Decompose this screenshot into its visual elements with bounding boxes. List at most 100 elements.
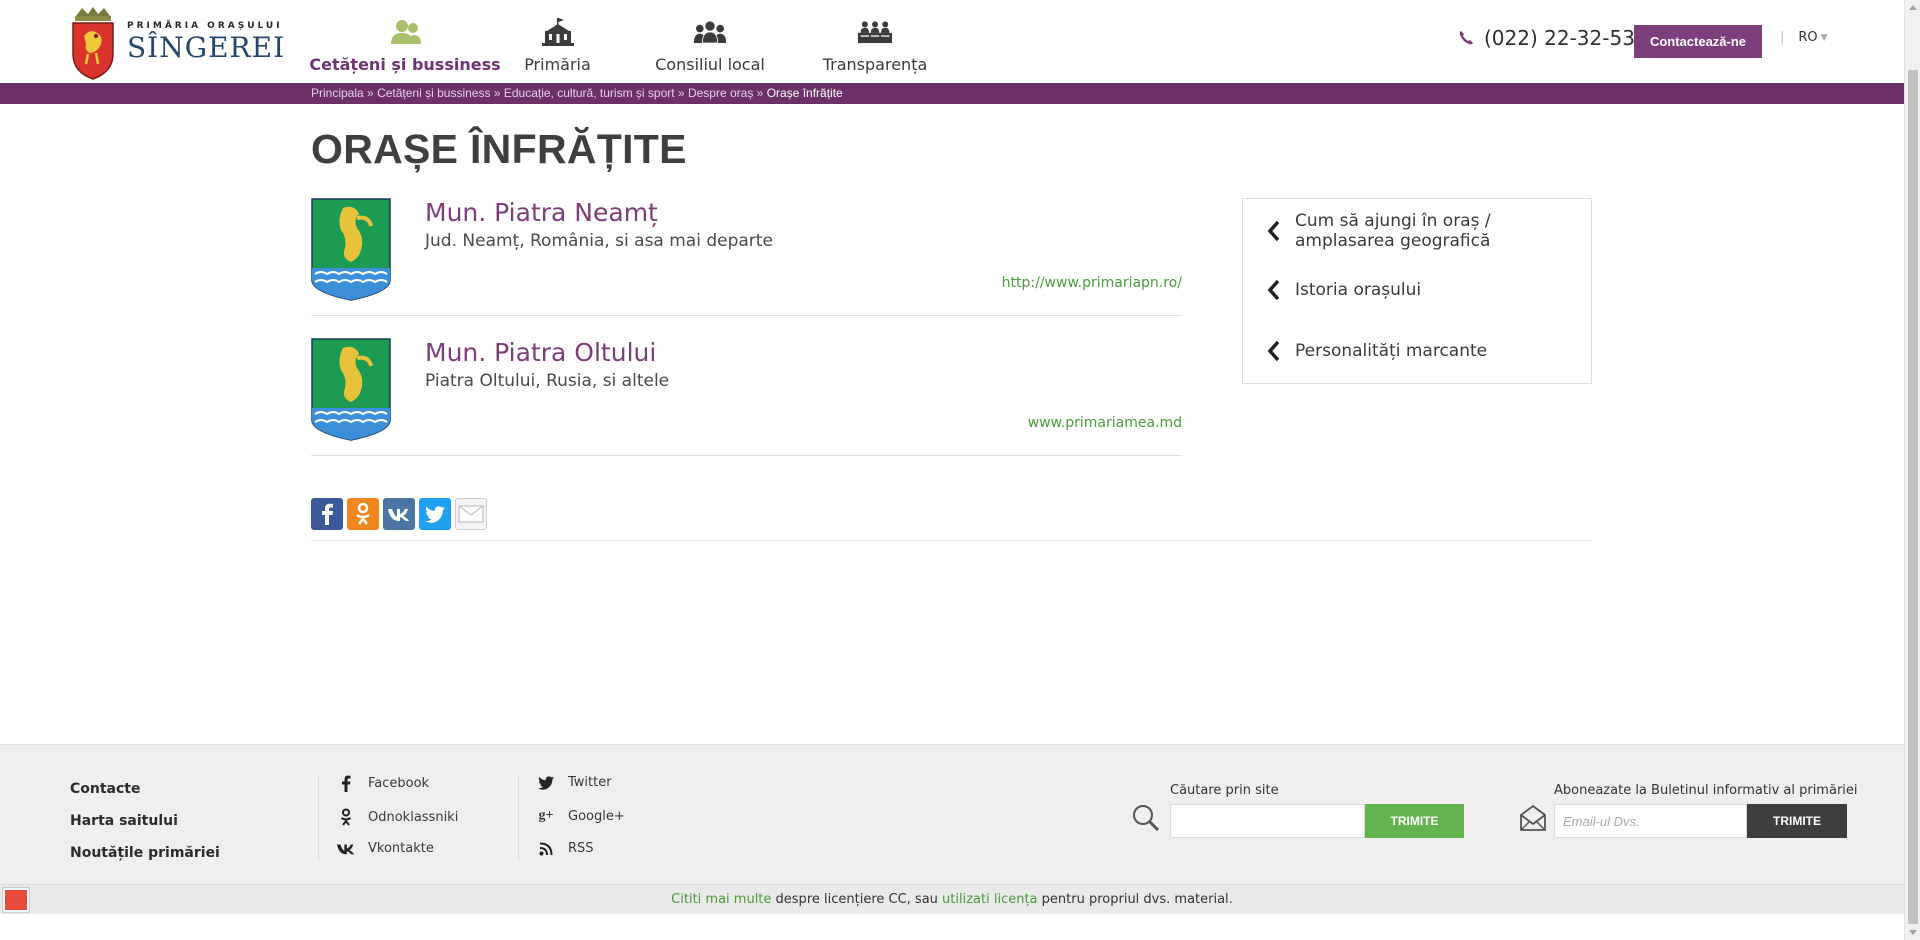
social-label: Twitter	[568, 775, 612, 790]
newsletter-mail-icon	[1520, 804, 1546, 831]
city-website-link[interactable]: http://www.primariapn.ro/	[1002, 275, 1182, 291]
logo-title: SÎNGEREI	[127, 31, 286, 64]
license-text-part: pentru propriul dvs. material.	[1037, 892, 1233, 907]
share-buttons	[311, 498, 487, 530]
breadcrumb-current: Orașe înfrățite	[766, 86, 843, 100]
breadcrumb-home[interactable]: Principala	[311, 86, 364, 100]
scrollbar-thumb[interactable]	[1908, 70, 1918, 924]
chevron-down-icon: ▼	[1820, 32, 1828, 43]
city-name[interactable]: Mun. Piatra Neamț	[425, 198, 658, 227]
breadcrumb-about-city[interactable]: Despre oraș	[688, 86, 753, 100]
newsletter-email-input[interactable]	[1554, 804, 1747, 838]
transparency-icon	[858, 21, 892, 44]
nav-label: Transparența	[822, 55, 928, 74]
social-label: Vkontakte	[368, 841, 434, 856]
footer-googleplus-link[interactable]: g+ Google+	[536, 808, 625, 824]
footer-rss-link[interactable]: RSS	[536, 841, 594, 856]
scroll-up-arrow-icon[interactable]	[1909, 5, 1917, 10]
license-use-link[interactable]: utilizati licența	[942, 892, 1037, 907]
email-share-button[interactable]	[455, 498, 487, 530]
nav-transparency[interactable]: Transparența	[795, 0, 955, 83]
breadcrumb-education[interactable]: Educație, cultură, turism și sport	[504, 86, 675, 100]
header-phone[interactable]: (022) 22-32-53	[1458, 26, 1635, 50]
search-label: Căutare prin site	[1170, 783, 1279, 798]
nav-label: Consiliul local	[655, 55, 765, 74]
nav-label: Cetățeni și bussiness	[309, 55, 501, 74]
sidebar-menu: Cum să ajungi în oraș / amplasarea geogr…	[1242, 198, 1592, 384]
search-icon	[1133, 805, 1160, 832]
city-hall-icon	[541, 18, 574, 46]
footer-vkontakte-link[interactable]: Vkontakte	[336, 841, 434, 856]
facebook-icon	[322, 503, 333, 525]
facebook-icon	[342, 775, 351, 792]
footer-divider	[518, 775, 519, 861]
coat-of-arms-icon	[72, 7, 114, 80]
footer-divider	[318, 775, 319, 861]
odnoklassniki-share-button[interactable]	[347, 498, 379, 530]
odnoklassniki-icon	[340, 808, 352, 826]
license-read-more-link[interactable]: Cititi mai multe	[671, 892, 771, 907]
city-item: Mun. Piatra Oltului Piatra Oltului, Rusi…	[311, 338, 1182, 456]
sidebar-item-geography[interactable]: Cum să ajungi în oraș / amplasarea geogr…	[1267, 211, 1515, 251]
vkontakte-share-button[interactable]	[383, 498, 415, 530]
sidebar-item-personalities[interactable]: Personalități marcante	[1267, 340, 1487, 362]
viewport: PRIMĂRIA ORAȘULUI SÎNGEREI Cetățeni și b…	[0, 0, 1904, 940]
breadcrumb-citizens[interactable]: Cetățeni și bussiness	[377, 86, 490, 100]
city-description: Jud. Neamț, România, si asa mai departe	[425, 231, 773, 251]
site-search-input[interactable]	[1170, 804, 1365, 838]
social-label: Facebook	[368, 776, 430, 791]
site-header: PRIMĂRIA ORAȘULUI SÎNGEREI Cetățeni și b…	[0, 0, 1904, 83]
rss-icon	[539, 842, 553, 855]
nav-local-council[interactable]: Consiliul local	[625, 0, 795, 83]
chevron-left-icon	[1267, 220, 1280, 242]
logo-subtitle: PRIMĂRIA ORAȘULUI	[127, 21, 283, 31]
search-submit-button[interactable]: TRIMITE	[1365, 804, 1464, 838]
breadcrumb-bar: Principala » Cetățeni și bussiness » Edu…	[0, 83, 1904, 104]
social-label: Odnoklassniki	[368, 809, 459, 825]
footer-odnoklassniki-link[interactable]: Odnoklassniki	[336, 808, 458, 826]
sidebar-item-label: Personalități marcante	[1295, 341, 1488, 361]
nav-city-hall[interactable]: Primăria	[490, 0, 625, 83]
footer-facebook-link[interactable]: Facebook	[336, 775, 429, 792]
license-bar: Cititi mai multe despre licențiere CC, s…	[0, 884, 1904, 914]
odnoklassniki-icon	[356, 502, 370, 525]
twitter-icon	[538, 775, 554, 790]
footer-link-contacts[interactable]: Contacte	[70, 781, 141, 797]
contact-button[interactable]: Contactează-ne	[1634, 25, 1762, 58]
main-nav: Cetățeni și bussiness Primăria Consiliul…	[309, 0, 955, 83]
vkontakte-icon	[388, 509, 409, 521]
city-name[interactable]: Mun. Piatra Oltului	[425, 338, 656, 367]
sidebar-item-history[interactable]: Istoria orașului	[1267, 279, 1421, 301]
site-logo[interactable]: PRIMĂRIA ORAȘULUI SÎNGEREI	[70, 6, 290, 80]
council-icon	[693, 21, 727, 44]
newsletter-label: Aboneazate la Buletinul informativ al pr…	[1554, 783, 1858, 798]
chevron-left-icon	[1267, 279, 1280, 301]
language-selector[interactable]: | RO ▼	[1780, 30, 1828, 45]
sidebar-item-label: Cum să ajungi în oraș / amplasarea geogr…	[1295, 211, 1491, 251]
city-website-link[interactable]: www.primariamea.md	[1028, 415, 1182, 431]
facebook-share-button[interactable]	[311, 498, 343, 530]
nav-label: Primăria	[524, 55, 591, 74]
city-coat-of-arms-icon[interactable]	[311, 338, 391, 441]
breadcrumb-separator: »	[756, 86, 764, 100]
chevron-left-icon	[1267, 340, 1280, 362]
breadcrumb-separator: »	[493, 86, 501, 100]
newsletter-submit-button[interactable]: TRIMITE	[1747, 804, 1847, 838]
footer-link-news[interactable]: Noutățile primăriei	[70, 845, 220, 861]
nav-citizens[interactable]: Cetățeni și bussiness	[309, 0, 501, 83]
social-label: RSS	[568, 841, 594, 856]
breadcrumb: Principala » Cetățeni și bussiness » Edu…	[311, 86, 843, 100]
city-coat-of-arms-icon[interactable]	[311, 198, 391, 301]
footer-link-sitemap[interactable]: Harta saitului	[70, 813, 178, 829]
content-divider	[311, 540, 1591, 541]
footer-twitter-link[interactable]: Twitter	[536, 775, 612, 790]
google-plus-icon: g+	[538, 808, 554, 823]
breadcrumb-separator: »	[677, 86, 685, 100]
scroll-down-arrow-icon[interactable]	[1909, 930, 1917, 935]
citizens-icon	[391, 20, 421, 44]
twitter-share-button[interactable]	[419, 498, 451, 530]
vkontakte-icon	[337, 844, 355, 855]
page-scrollbar[interactable]	[1904, 0, 1920, 940]
mail-icon	[458, 505, 484, 523]
site-footer: Contacte Harta saitului Noutățile primăr…	[0, 744, 1904, 884]
